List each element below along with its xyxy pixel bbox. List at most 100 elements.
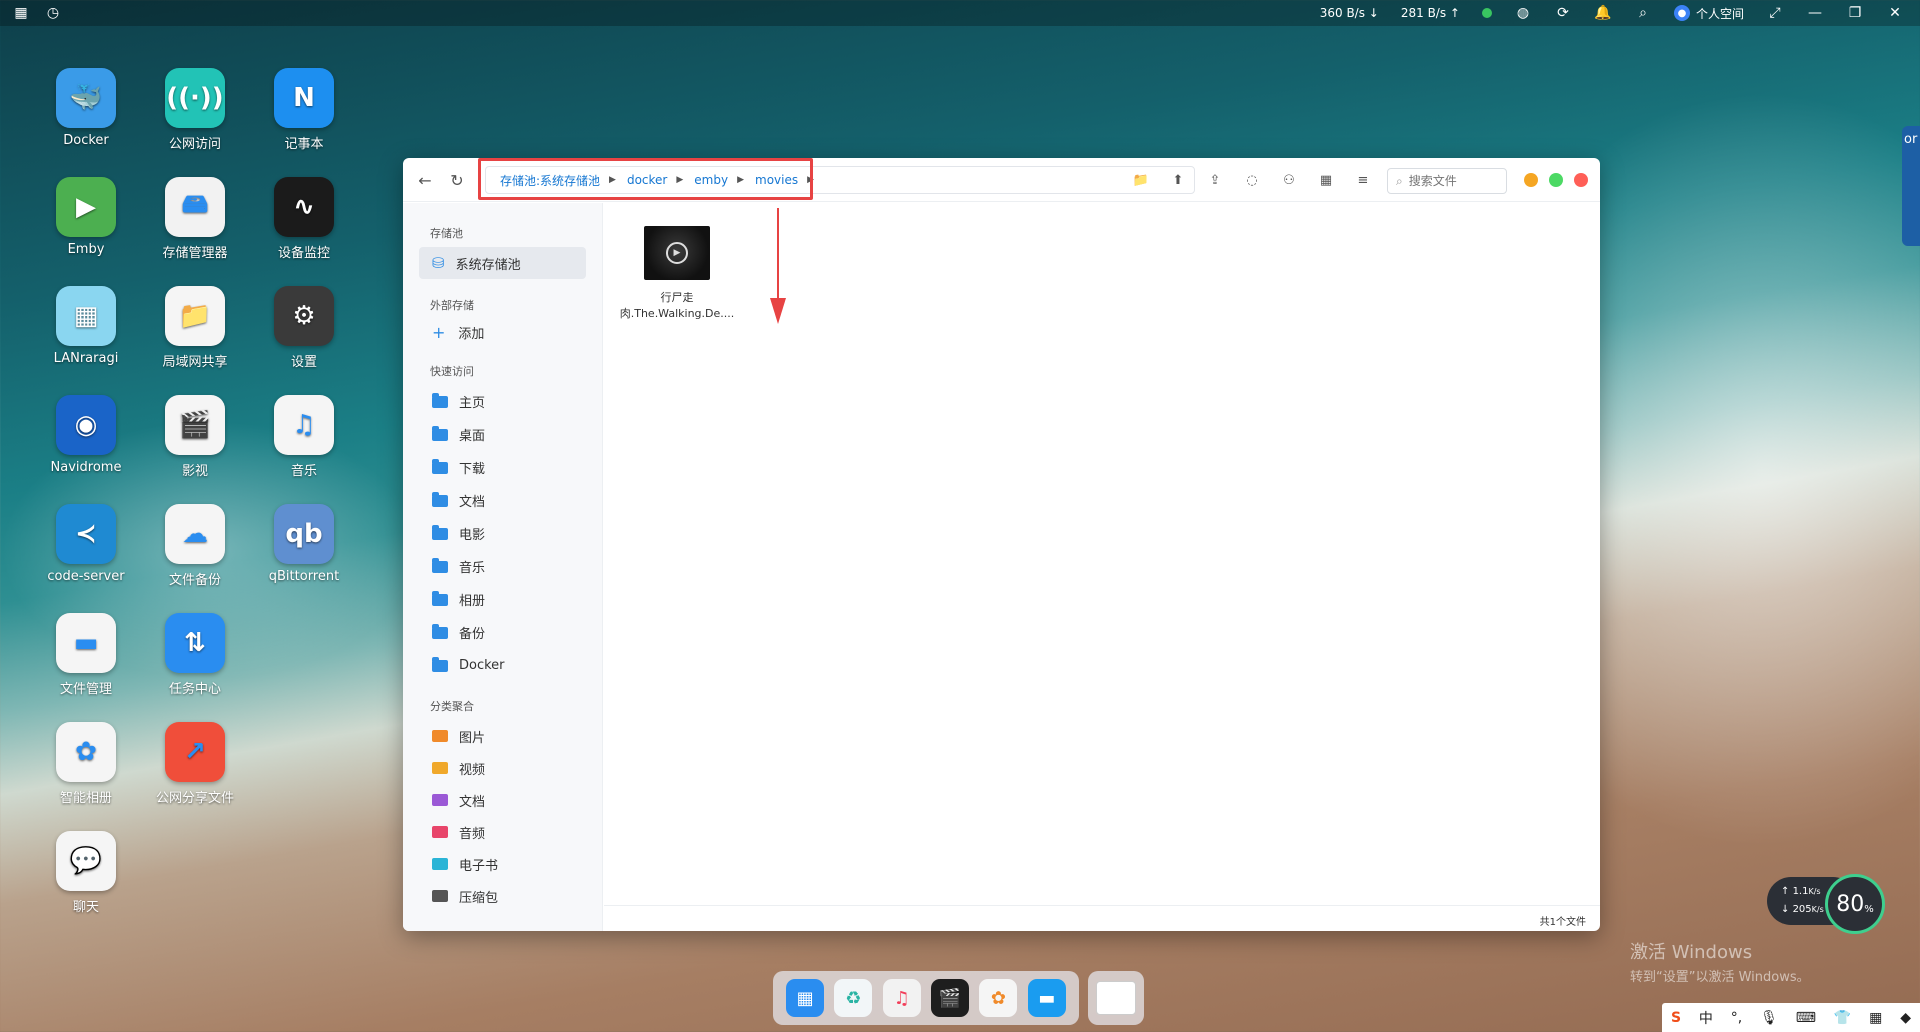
sidebar-item-quick-8[interactable]: Docker <box>403 649 602 682</box>
desktop-app-15[interactable]: ▬ 文件管理 <box>36 613 136 697</box>
app-label: code-server <box>47 569 125 584</box>
search-box[interactable]: ⌕ <box>1387 168 1507 194</box>
sidebar-item-quick-5[interactable]: 音乐 <box>403 550 602 583</box>
window-thumbnail-icon <box>1096 981 1136 1015</box>
section-title-category: 分类聚合 <box>430 700 474 713</box>
app-icon: 🐳 <box>56 68 116 128</box>
desktop-app-1[interactable]: ((·)) 公网访问 <box>145 68 245 152</box>
sidebar-item-quick-1[interactable]: 桌面 <box>403 418 602 451</box>
speed-up-value: 1.1 <box>1792 886 1809 897</box>
dock-recycle-bin-icon[interactable]: ♻ <box>834 979 873 1017</box>
desktop-app-5[interactable]: ∿ 设备监控 <box>254 177 354 261</box>
dock-music-icon[interactable]: ♫ <box>882 979 921 1017</box>
sidebar-item-category-4[interactable]: 电子书 <box>403 848 602 880</box>
app-icon: ♫ <box>274 395 334 455</box>
back-icon[interactable]: ← <box>415 170 435 190</box>
desktop-app-13[interactable]: ☁ 文件备份 <box>145 504 245 588</box>
edge-widget[interactable]: or <box>1902 126 1920 246</box>
fullscreen-icon[interactable]: ⤢ <box>1766 4 1784 22</box>
desktop-app-10[interactable]: 🎬 影视 <box>145 395 245 479</box>
sidebar-item-quick-3[interactable]: 文档 <box>403 484 602 517</box>
sidebar-item-category-2[interactable]: 文档 <box>403 784 602 816</box>
network-icon[interactable]: ◍ <box>1514 4 1532 22</box>
file-item[interactable]: ▶ 行尸走 肉.The.Walking.De.... <box>617 226 737 322</box>
section-title-storage: 存储池 <box>430 227 463 240</box>
usage-gauge[interactable]: 80% <box>1825 874 1885 934</box>
sidebar-item-category-1[interactable]: 视频 <box>403 752 602 784</box>
category-icon <box>432 890 448 902</box>
app-icon: ☁ <box>165 504 225 564</box>
sidebar-item-quick-6[interactable]: 相册 <box>403 583 602 616</box>
refresh-icon[interactable]: ↻ <box>447 170 467 190</box>
dock: ▦ ♻ ♫ 🎬 ✿ ▬ <box>773 971 1079 1025</box>
desktop-app-14[interactable]: qb qBittorrent <box>254 504 354 584</box>
sidebar-item-label: 文档 <box>459 495 486 510</box>
grid-view-icon[interactable]: ▦ <box>1316 170 1336 190</box>
punctuation-icon[interactable]: °, <box>1731 1010 1742 1026</box>
sidebar-item-label: 文档 <box>459 794 486 810</box>
restore-icon[interactable]: ❐ <box>1846 4 1864 22</box>
desktop-app-19[interactable]: 💬 聊天 <box>36 831 136 915</box>
share-icon[interactable]: ⚇ <box>1279 170 1299 190</box>
close-icon[interactable]: ✕ <box>1886 4 1904 22</box>
desktop-app-17[interactable]: ✿ 智能相册 <box>36 722 136 806</box>
app-icon: ∿ <box>274 177 334 237</box>
start-menu-icon[interactable]: ▦ <box>12 4 30 22</box>
sync-icon[interactable]: ⟳ <box>1554 4 1572 22</box>
desktop-app-2[interactable]: N 记事本 <box>254 68 354 152</box>
upload-folder-icon[interactable]: ⇪ <box>1205 170 1225 190</box>
dock-video-icon[interactable]: 🎬 <box>931 979 970 1017</box>
desktop-app-4[interactable]: 🖴 存储管理器 <box>145 177 245 261</box>
sort-icon[interactable]: ≡ <box>1353 170 1373 190</box>
upload-icon[interactable]: ⬆ <box>1168 170 1188 190</box>
desktop-app-18[interactable]: ↗ 公网分享文件 <box>145 722 245 806</box>
dock-open-window[interactable] <box>1088 971 1144 1025</box>
toolbox-icon[interactable]: ▦ <box>1869 1010 1882 1026</box>
extra-icon[interactable]: ◆ <box>1900 1010 1911 1026</box>
sidebar-item-quick-4[interactable]: 电影 <box>403 517 602 550</box>
bell-icon[interactable]: 🔔 <box>1594 4 1612 22</box>
app-icon: 🎬 <box>165 395 225 455</box>
skin-icon[interactable]: 👕 <box>1834 1010 1851 1026</box>
dock-app-launcher-icon[interactable]: ▦ <box>786 979 825 1017</box>
task-clock-icon[interactable]: ◷ <box>44 4 62 22</box>
new-folder-icon[interactable]: 📁 <box>1131 170 1151 190</box>
search-icon[interactable]: ⌕ <box>1634 4 1652 22</box>
sidebar-item-category-5[interactable]: 压缩包 <box>403 880 602 912</box>
keyboard-icon[interactable]: ⌨ <box>1796 1010 1816 1026</box>
maximize-window-button[interactable] <box>1549 173 1563 187</box>
desktop-app-11[interactable]: ♫ 音乐 <box>254 395 354 479</box>
search-input[interactable] <box>1408 174 1495 188</box>
close-window-button[interactable] <box>1574 173 1588 187</box>
desktop-app-7[interactable]: 📁 局域网共享 <box>145 286 245 370</box>
desktop-app-16[interactable]: ⇅ 任务中心 <box>145 613 245 697</box>
dock-file-manager-icon[interactable]: ▬ <box>1027 979 1066 1017</box>
minimize-icon[interactable]: — <box>1806 4 1824 22</box>
database-icon: ⛁ <box>432 254 445 272</box>
sidebar-item-quick-2[interactable]: 下载 <box>403 451 602 484</box>
sidebar-item-category-3[interactable]: 音频 <box>403 816 602 848</box>
desktop-app-3[interactable]: ▶ Emby <box>36 177 136 257</box>
desktop-app-6[interactable]: ▦ LANraragi <box>36 286 136 366</box>
app-icon: ⇅ <box>165 613 225 673</box>
dock-photos-icon[interactable]: ✿ <box>979 979 1018 1017</box>
minimize-window-button[interactable] <box>1524 173 1538 187</box>
desktop-app-12[interactable]: ≺ code-server <box>36 504 136 584</box>
sidebar-item-category-0[interactable]: 图片 <box>403 720 602 752</box>
user-menu[interactable]: ● 个人空间 <box>1673 5 1744 22</box>
sogou-logo-icon[interactable]: S <box>1671 1010 1681 1026</box>
sidebar-item-quick-7[interactable]: 备份 <box>403 616 602 649</box>
hide-icon[interactable]: ◌ <box>1242 170 1262 190</box>
speed-down-unit: K/s <box>1811 905 1824 914</box>
desktop-app-8[interactable]: ⚙ 设置 <box>254 286 354 370</box>
sidebar-item-quick-0[interactable]: 主页 <box>403 385 602 418</box>
speed-up: ↑ 1.1K/s <box>1781 886 1821 897</box>
desktop-app-0[interactable]: 🐳 Docker <box>36 68 136 148</box>
sidebar-item-add[interactable]: + 添加 <box>403 319 602 345</box>
ime-language[interactable]: 中 <box>1699 1008 1713 1028</box>
microphone-icon[interactable]: 🎙 <box>1760 1010 1778 1026</box>
sidebar-item-system-pool[interactable]: ⛁ 系统存储池 <box>419 247 586 279</box>
app-icon: ▬ <box>56 613 116 673</box>
desktop-app-9[interactable]: ◉ Navidrome <box>36 395 136 475</box>
app-label: 公网分享文件 <box>155 791 234 806</box>
